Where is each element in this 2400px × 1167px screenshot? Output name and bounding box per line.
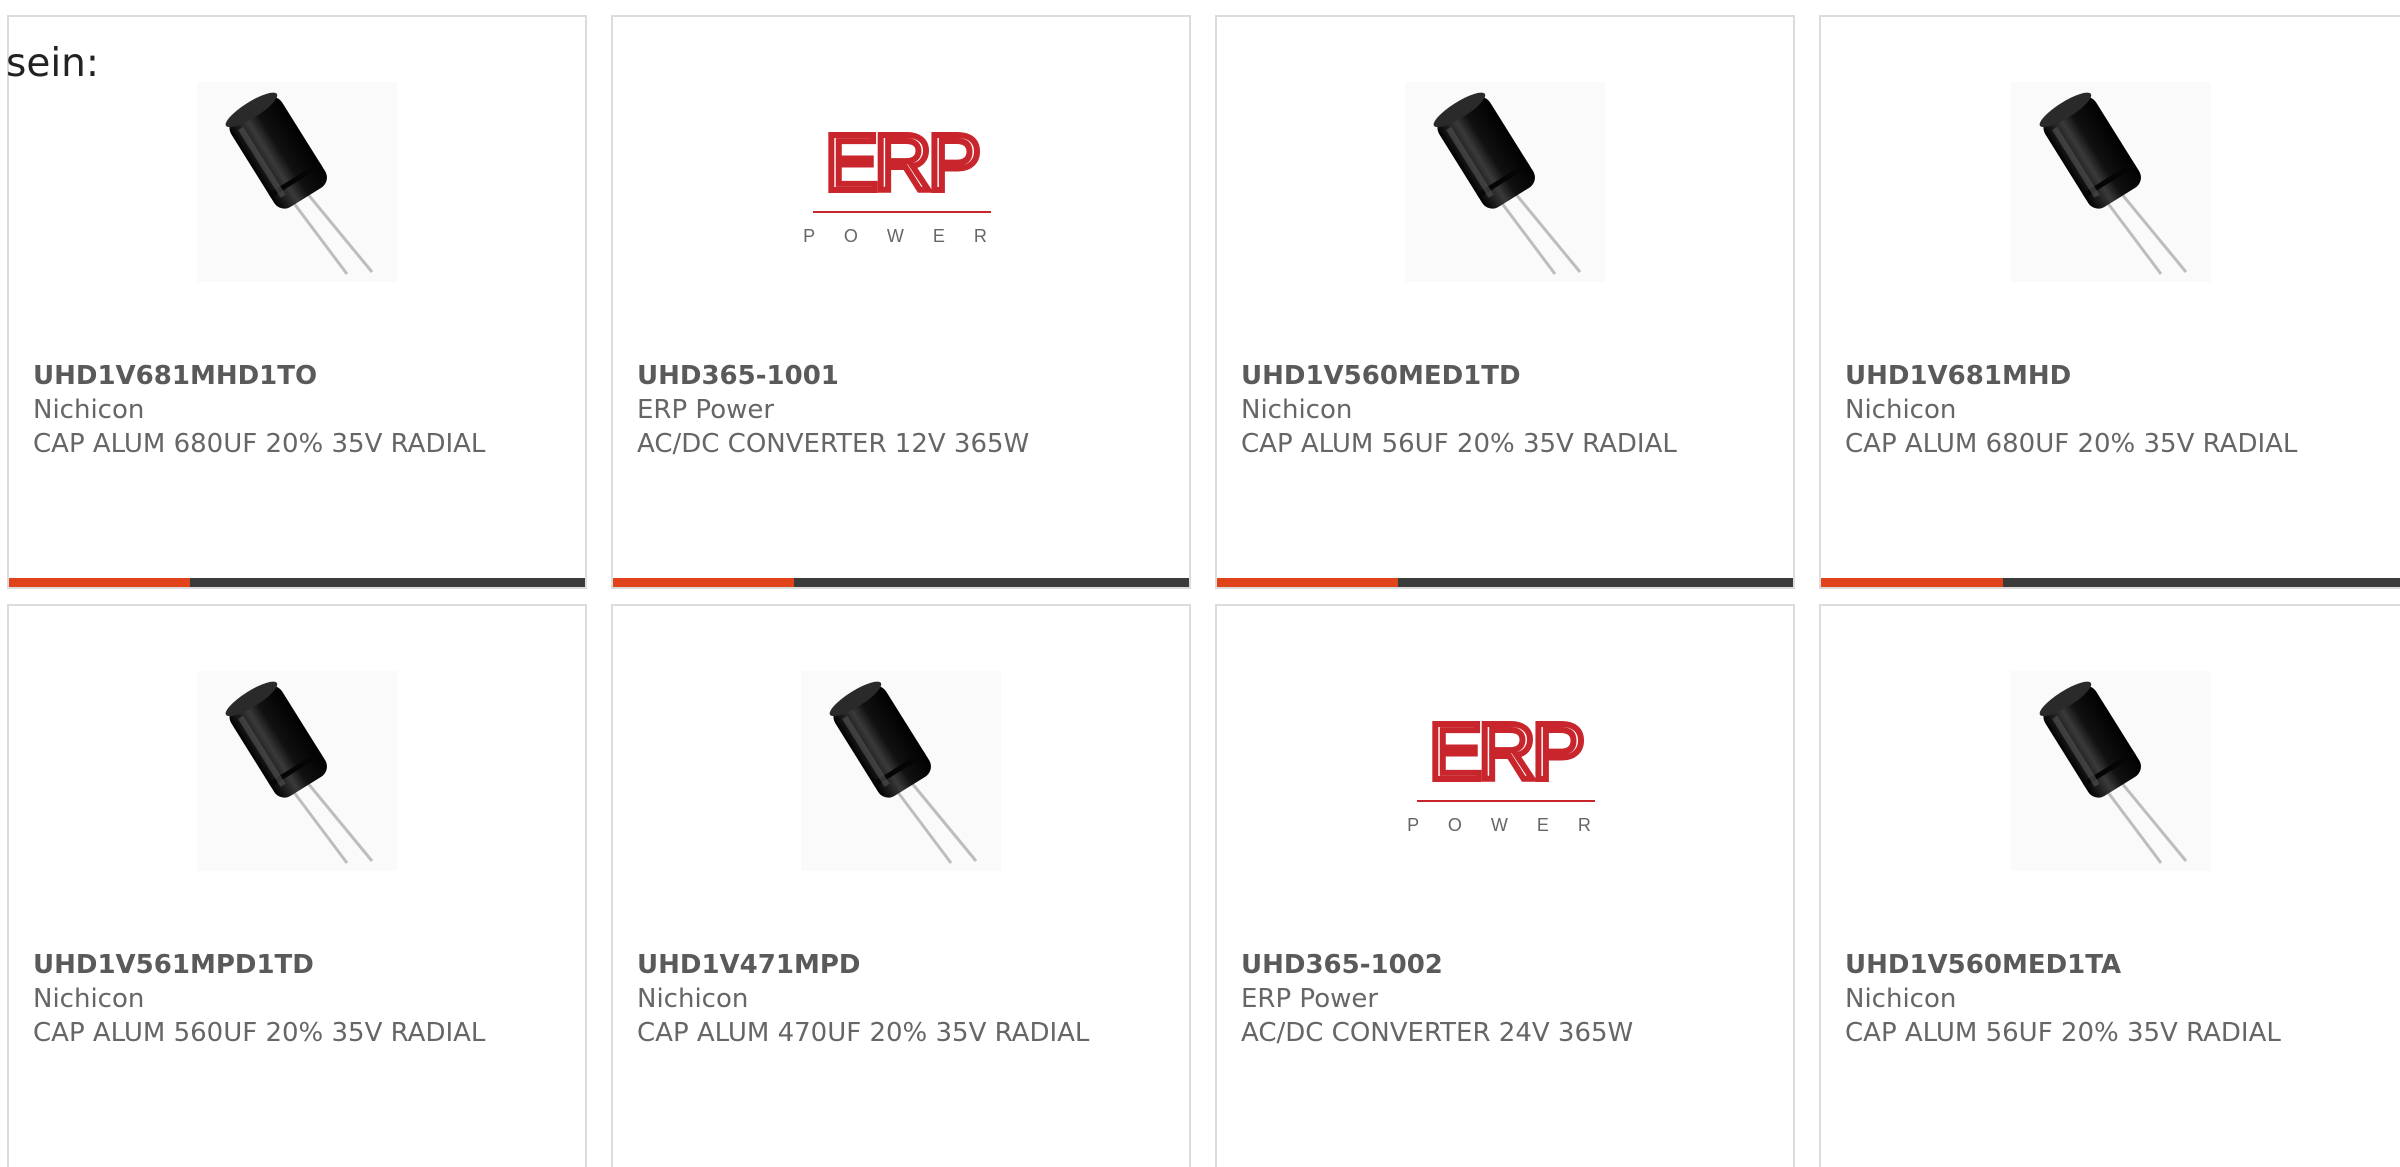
part-number: UHD1V560MED1TA: [1845, 950, 2122, 980]
svg-text:ERP: ERP: [825, 118, 978, 207]
capacitor-image: [197, 671, 397, 871]
description: CAP ALUM 680UF 20% 35V RADIAL: [33, 429, 486, 459]
progress-bar: [9, 578, 585, 587]
capacitor-image: [801, 671, 1001, 871]
progress-bar: [1217, 578, 1793, 587]
product-card[interactable]: UHD1V681MHD1TO Nichicon CAP ALUM 680UF 2…: [7, 15, 587, 589]
product-card[interactable]: ERP P O W E R UHD365-1001 ERP Power AC/D…: [611, 15, 1191, 589]
description: CAP ALUM 560UF 20% 35V RADIAL: [33, 1018, 486, 1048]
capacitor-image: [2010, 671, 2211, 871]
description: CAP ALUM 470UF 20% 35V RADIAL: [637, 1018, 1090, 1048]
progress-bar-fill: [613, 578, 795, 587]
svg-text:P O W E R: P O W E R: [1407, 815, 1603, 835]
progress-bar: [613, 578, 1189, 587]
description: AC/DC CONVERTER 24V 365W: [1241, 1018, 1634, 1048]
description: CAP ALUM 56UF 20% 35V RADIAL: [1241, 429, 1677, 459]
part-number: UHD1V560MED1TD: [1241, 361, 1521, 391]
product-card[interactable]: UHD1V560MED1TA Nichicon CAP ALUM 56UF 20…: [1819, 604, 2400, 1167]
product-grid-page: sein: UHD1V681MHD1TO Nichicon CAP ALUM 6…: [0, 0, 2400, 1167]
part-number: UHD1V561MPD1TD: [33, 950, 314, 980]
progress-bar-fill: [1821, 578, 2004, 587]
manufacturer: Nichicon: [1845, 395, 1957, 425]
manufacturer: Nichicon: [1241, 395, 1353, 425]
svg-text:P O W E R: P O W E R: [803, 226, 999, 246]
part-number: UHD1V681MHD1TO: [33, 361, 318, 391]
intro-text: sein:: [6, 41, 100, 86]
manufacturer: Nichicon: [637, 984, 749, 1014]
product-card[interactable]: UHD1V560MED1TD Nichicon CAP ALUM 56UF 20…: [1215, 15, 1795, 589]
part-number: UHD1V681MHD: [1845, 361, 2072, 391]
progress-bar-fill: [9, 578, 191, 587]
manufacturer: Nichicon: [33, 984, 145, 1014]
manufacturer: ERP Power: [1241, 984, 1379, 1014]
product-card[interactable]: UHD1V471MPD Nichicon CAP ALUM 470UF 20% …: [611, 604, 1191, 1167]
svg-text:ERP: ERP: [1429, 707, 1582, 796]
product-card[interactable]: UHD1V681MHD Nichicon CAP ALUM 680UF 20% …: [1819, 15, 2400, 589]
product-card[interactable]: UHD1V561MPD1TD Nichicon CAP ALUM 560UF 2…: [7, 604, 587, 1167]
erp-power-logo: ERP P O W E R: [1405, 671, 1605, 871]
description: AC/DC CONVERTER 12V 365W: [637, 429, 1030, 459]
manufacturer: Nichicon: [33, 395, 145, 425]
erp-power-logo: ERP P O W E R: [801, 82, 1001, 282]
progress-bar: [1821, 578, 2400, 587]
description: CAP ALUM 680UF 20% 35V RADIAL: [1845, 429, 2298, 459]
manufacturer: Nichicon: [1845, 984, 1957, 1014]
capacitor-image: [197, 82, 397, 282]
manufacturer: ERP Power: [637, 395, 775, 425]
progress-bar-fill: [1217, 578, 1399, 587]
capacitor-image: [1405, 82, 1605, 282]
product-card[interactable]: ERP P O W E R UHD365-1002 ERP Power AC/D…: [1215, 604, 1795, 1167]
part-number: UHD1V471MPD: [637, 950, 861, 980]
part-number: UHD365-1001: [637, 361, 839, 391]
capacitor-image: [2010, 82, 2211, 282]
description: CAP ALUM 56UF 20% 35V RADIAL: [1845, 1018, 2281, 1048]
part-number: UHD365-1002: [1241, 950, 1443, 980]
